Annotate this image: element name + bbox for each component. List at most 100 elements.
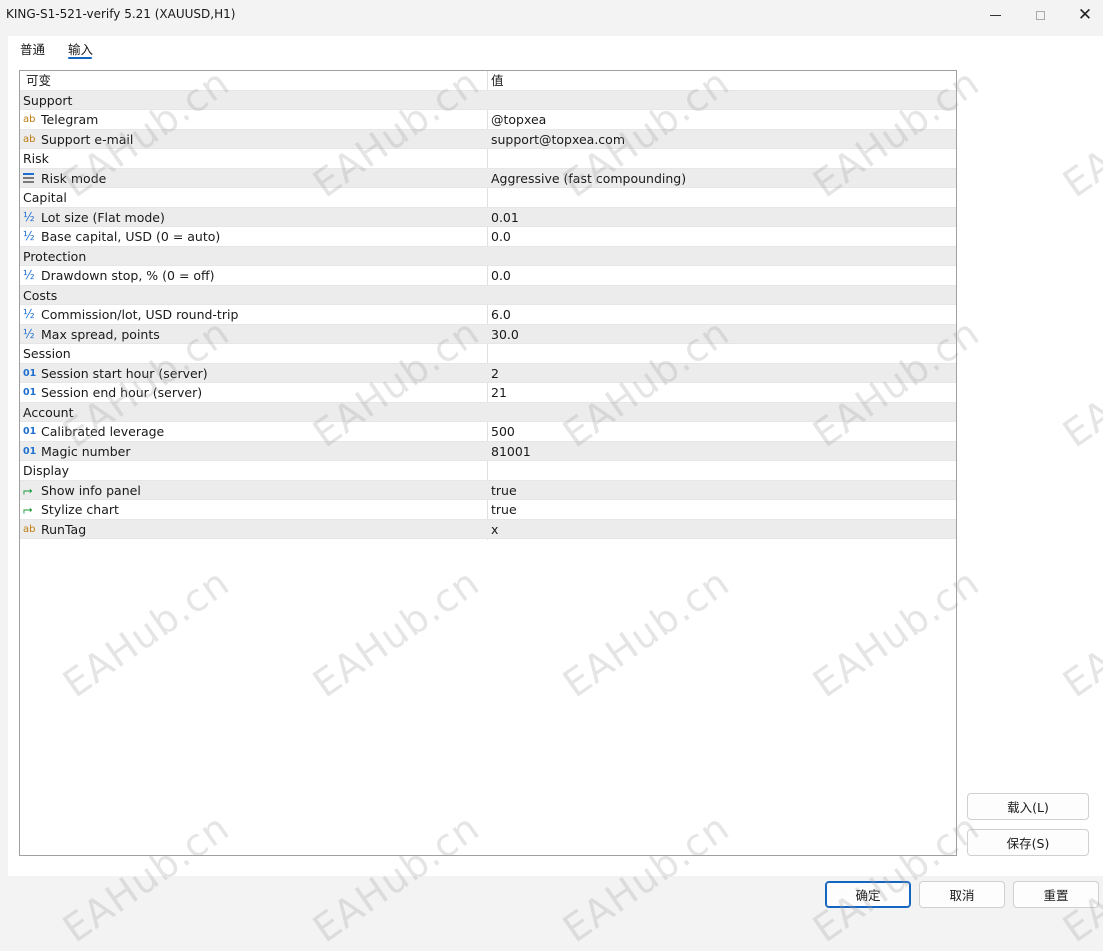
double-icon: ½ bbox=[23, 307, 35, 321]
parameter-row[interactable]: ⮣ Stylize chart true bbox=[20, 500, 956, 520]
row-label-text: RunTag bbox=[41, 521, 87, 537]
parameter-row[interactable]: ½ Commission/lot, USD round-trip 6.0 bbox=[20, 305, 956, 325]
parameter-row[interactable]: ⮣ Show info panel true bbox=[20, 480, 956, 500]
parameter-value bbox=[491, 149, 951, 168]
minimize-button[interactable] bbox=[972, 0, 1018, 30]
bool-icon: ⮣ bbox=[23, 502, 33, 516]
parameter-row[interactable]: ½ Lot size (Flat mode) 0.01 bbox=[20, 207, 956, 227]
parameter-row[interactable]: ½ Max spread, points 30.0 bbox=[20, 324, 956, 344]
active-tab-indicator bbox=[68, 57, 92, 59]
row-label-text: Show info panel bbox=[41, 482, 141, 498]
parameter-value[interactable]: true bbox=[491, 481, 951, 500]
string-icon: ab bbox=[23, 133, 36, 145]
enum-icon bbox=[23, 169, 39, 188]
maximize-button[interactable] bbox=[1017, 0, 1063, 30]
parameter-row[interactable]: 01 Session start hour (server) 2 bbox=[20, 363, 956, 383]
group-label: Display bbox=[23, 461, 483, 480]
row-label-text: Session end hour (server) bbox=[41, 385, 203, 400]
parameter-row[interactable]: ab Support e-mail support@topxea.com bbox=[20, 129, 956, 149]
tab-inputs[interactable]: 输入 bbox=[68, 39, 93, 58]
group-label: Capital bbox=[23, 188, 483, 207]
parameter-name: 01 Magic number bbox=[23, 442, 483, 461]
close-icon: ✕ bbox=[1077, 5, 1093, 25]
group-row[interactable]: Display bbox=[20, 461, 956, 481]
title-bar: KING-S1-521-verify 5.21 (XAUUSD,H1) ✕ bbox=[0, 0, 1103, 30]
parameter-value bbox=[491, 286, 951, 305]
integer-icon: 01 bbox=[23, 387, 37, 398]
parameter-name: 01 Session start hour (server) bbox=[23, 364, 483, 383]
row-label-text: Max spread, points bbox=[41, 326, 160, 342]
parameter-row[interactable]: 01 Calibrated leverage 500 bbox=[20, 422, 956, 442]
row-label-text: Risk bbox=[23, 151, 49, 166]
parameter-row[interactable]: ½ Drawdown stop, % (0 = off) 0.0 bbox=[20, 266, 956, 286]
parameter-name: ab Telegram bbox=[23, 110, 483, 129]
parameter-value[interactable]: 6.0 bbox=[491, 305, 951, 324]
parameter-row[interactable]: ab Telegram @topxea bbox=[20, 110, 956, 130]
group-row[interactable]: Capital bbox=[20, 188, 956, 208]
group-row[interactable]: Support bbox=[20, 90, 956, 110]
row-label-text: Session bbox=[23, 346, 71, 361]
parameter-name: Risk mode bbox=[23, 169, 483, 188]
row-label-text: Telegram bbox=[41, 112, 99, 127]
bool-icon: ⮣ bbox=[23, 482, 33, 497]
group-label: Risk bbox=[23, 149, 483, 168]
parameter-value[interactable]: 81001 bbox=[491, 442, 951, 461]
parameter-name: ⮣ Show info panel bbox=[23, 481, 483, 500]
table-header: 可变 值 bbox=[20, 71, 956, 91]
group-row[interactable]: Protection bbox=[20, 246, 956, 266]
parameter-value[interactable]: 30.0 bbox=[491, 325, 951, 344]
column-header-variable[interactable]: 可变 bbox=[26, 71, 486, 90]
parameter-row[interactable]: Risk mode Aggressive (fast compounding) bbox=[20, 168, 956, 188]
group-label: Support bbox=[23, 91, 483, 110]
parameter-row[interactable]: 01 Session end hour (server) 21 bbox=[20, 383, 956, 403]
parameter-value[interactable]: 0.0 bbox=[491, 266, 951, 285]
row-label-text: Session start hour (server) bbox=[41, 365, 208, 381]
save-button[interactable]: 保存(S) bbox=[967, 829, 1089, 856]
parameter-value[interactable]: x bbox=[491, 520, 951, 539]
parameter-value[interactable]: Aggressive (fast compounding) bbox=[491, 169, 951, 188]
parameter-value[interactable]: @topxea bbox=[491, 110, 951, 129]
row-label-text: Display bbox=[23, 463, 70, 478]
parameter-value[interactable]: 0.0 bbox=[491, 227, 951, 246]
parameter-row[interactable]: ab RunTag x bbox=[20, 519, 956, 539]
parameter-value bbox=[491, 247, 951, 266]
inputs-table[interactable]: 可变 值 Support ab Telegram @topxea ab Support e… bbox=[19, 70, 957, 856]
parameter-name: ½ Lot size (Flat mode) bbox=[23, 208, 483, 227]
column-header-value[interactable]: 值 bbox=[491, 71, 951, 90]
parameter-row[interactable]: ½ Base capital, USD (0 = auto) 0.0 bbox=[20, 227, 956, 247]
row-label-text: Costs bbox=[23, 287, 58, 303]
group-label: Protection bbox=[23, 247, 483, 266]
integer-icon: 01 bbox=[23, 445, 37, 457]
dialog-panel: 普通 输入 可变 值 Support ab Telegram @topxea ab Sup… bbox=[8, 36, 1103, 876]
row-label-text: Support e-mail bbox=[41, 131, 134, 147]
parameter-row[interactable]: 01 Magic number 81001 bbox=[20, 441, 956, 461]
group-row[interactable]: Account bbox=[20, 402, 956, 422]
parameter-value[interactable]: 500 bbox=[491, 422, 951, 441]
group-row[interactable]: Risk bbox=[20, 149, 956, 169]
row-label-text: Drawdown stop, % (0 = off) bbox=[41, 268, 215, 283]
reset-button[interactable]: 重置 bbox=[1013, 881, 1099, 908]
double-icon: ½ bbox=[23, 268, 35, 282]
ok-button[interactable]: 确定 bbox=[825, 881, 911, 908]
row-label-text: Support bbox=[23, 92, 73, 108]
group-row[interactable]: Session bbox=[20, 344, 956, 364]
parameter-value bbox=[491, 91, 951, 110]
cancel-button[interactable]: 取消 bbox=[919, 881, 1005, 908]
row-label-text: Base capital, USD (0 = auto) bbox=[41, 229, 221, 244]
parameter-name: ½ Max spread, points bbox=[23, 325, 483, 344]
group-row[interactable]: Costs bbox=[20, 285, 956, 305]
parameter-value[interactable]: true bbox=[491, 500, 951, 519]
row-label-text: Commission/lot, USD round-trip bbox=[41, 307, 239, 322]
tab-general[interactable]: 普通 bbox=[20, 39, 45, 58]
parameter-value[interactable]: 2 bbox=[491, 364, 951, 383]
minimize-icon bbox=[989, 14, 1001, 16]
integer-icon: 01 bbox=[23, 426, 37, 437]
string-icon: ab bbox=[23, 114, 36, 125]
parameter-value[interactable]: 21 bbox=[491, 383, 951, 402]
parameter-value bbox=[491, 188, 951, 207]
parameter-value[interactable]: support@topxea.com bbox=[491, 130, 951, 149]
double-icon: ½ bbox=[23, 209, 35, 224]
parameter-value[interactable]: 0.01 bbox=[491, 208, 951, 227]
load-button[interactable]: 载入(L) bbox=[967, 793, 1089, 820]
close-button[interactable]: ✕ bbox=[1062, 0, 1103, 30]
